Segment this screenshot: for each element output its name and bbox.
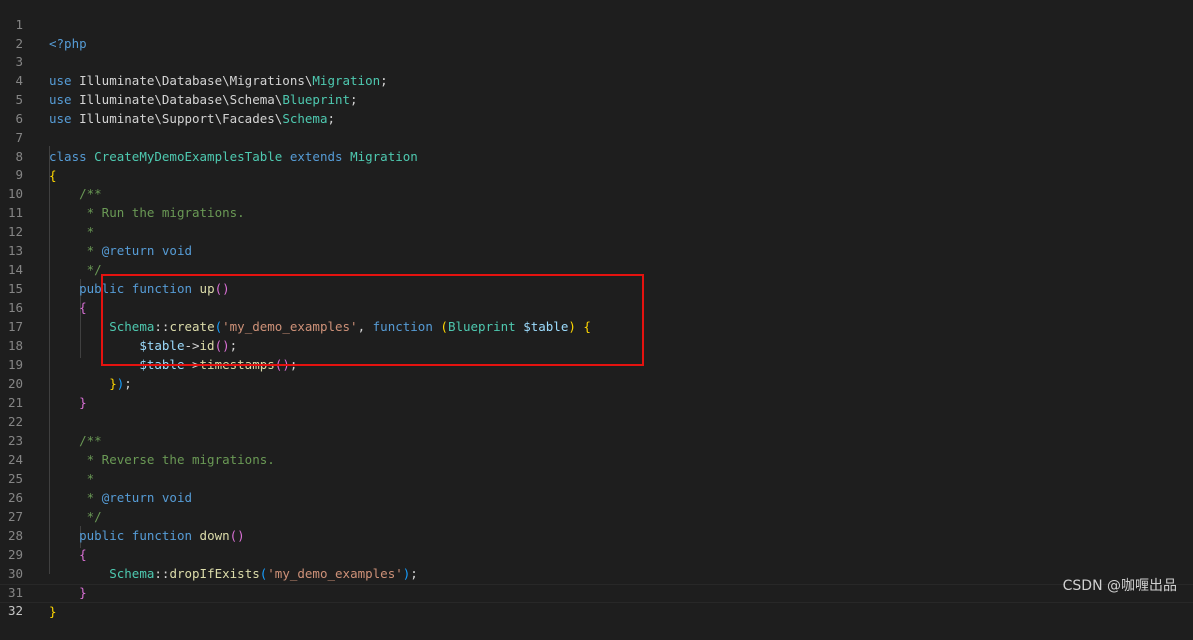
code-line: 3 use Illuminate\Database\Migrations\Mig… bbox=[0, 33, 1193, 88]
current-line[interactable]: 32 bbox=[0, 584, 1193, 618]
code-line: 23 * Reverse the migrations. bbox=[0, 412, 1193, 467]
code-line: 14 public function up() bbox=[0, 241, 1193, 296]
code-line: 7 class CreateMyDemoExamplesTable extend… bbox=[0, 109, 1193, 164]
code-line: 27 public function down() bbox=[0, 488, 1193, 543]
code-line: 31 } bbox=[0, 564, 1193, 619]
code-line: 4 use Illuminate\Database\Schema\Bluepri… bbox=[0, 52, 1193, 107]
code-line: 2 bbox=[0, 15, 1193, 51]
brace: } bbox=[49, 604, 57, 619]
code-line: 26 */ bbox=[0, 469, 1193, 524]
code-line: 25 * @return void bbox=[0, 450, 1193, 505]
code-line: 24 * bbox=[0, 431, 1193, 486]
code-line: 30 } bbox=[0, 545, 1193, 600]
code-line: 1 <?php bbox=[0, 0, 1193, 51]
code-line: 22 /** bbox=[0, 393, 1193, 448]
code-line: 13 */ bbox=[0, 222, 1193, 277]
code-line: 5 use Illuminate\Support\Facades\Schema; bbox=[0, 71, 1193, 126]
code-line: 8 { bbox=[0, 128, 1193, 183]
code-line: 12 * @return void bbox=[0, 203, 1193, 258]
code-line: 21 bbox=[0, 374, 1193, 410]
code-line: 29 Schema::dropIfExists('my_demo_example… bbox=[0, 526, 1193, 581]
code-editor[interactable]: 1 <?php 2 3 use Illuminate\Database\Migr… bbox=[0, 0, 1193, 619]
code-line: 10 * Run the migrations. bbox=[0, 165, 1193, 220]
code-line: 6 bbox=[0, 90, 1193, 126]
watermark: CSDN @咖喱出品 bbox=[1062, 578, 1177, 594]
code-line: 28 { bbox=[0, 507, 1193, 562]
highlight-box bbox=[101, 274, 644, 366]
code-line: 11 * bbox=[0, 184, 1193, 239]
code-line: 9 /** bbox=[0, 146, 1193, 201]
